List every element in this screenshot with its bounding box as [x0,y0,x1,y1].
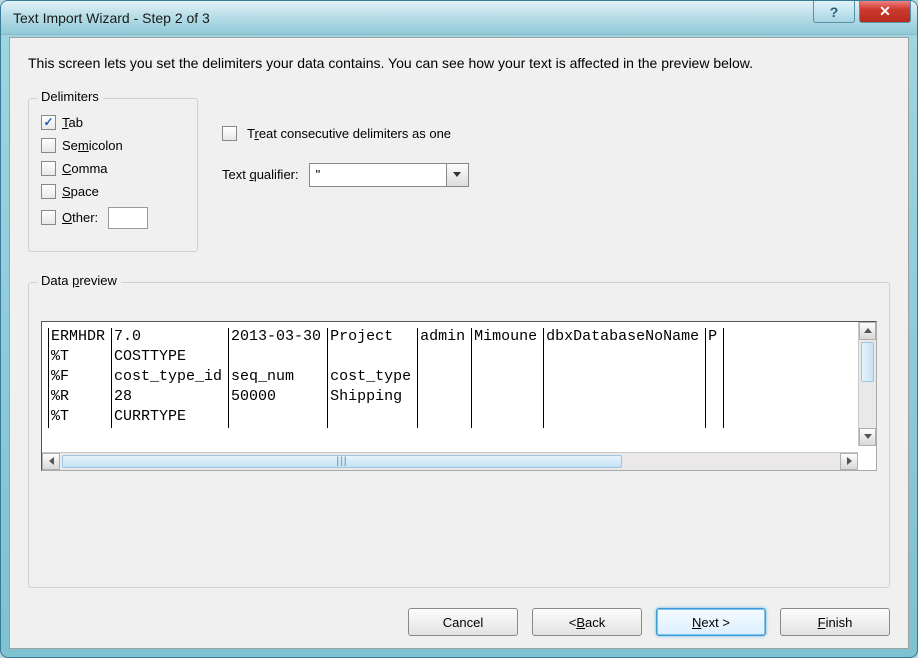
intro-text: This screen lets you set the delimiters … [28,54,890,74]
tab-label: Tab [62,115,83,130]
qualifier-value: " [310,167,321,182]
table-cell [544,348,706,368]
table-cell: 2013-03-30 [229,328,328,348]
table-cell [328,348,418,368]
preview-group: Data preview ERMHDR7.02013-03-30Projecta… [28,282,890,588]
space-checkbox[interactable] [41,184,56,199]
table-cell [544,388,706,408]
table-cell: 7.0 [112,328,229,348]
help-button[interactable]: ? [813,1,855,23]
table-row: %Fcost_type_idseq_numcost_type [49,368,724,388]
horizontal-scrollbar[interactable]: ||| [42,452,858,470]
table-cell [418,408,472,428]
finish-button[interactable]: Finish [780,608,890,636]
comma-label: Comma [62,161,108,176]
table-cell [706,368,724,388]
table-cell: Mimoune [472,328,544,348]
tab-checkbox[interactable] [41,115,56,130]
treat-consecutive-checkbox[interactable] [222,126,237,141]
window-title: Text Import Wizard - Step 2 of 3 [13,10,210,26]
table-cell [472,388,544,408]
table-cell [229,408,328,428]
back-button[interactable]: < Back [532,608,642,636]
table-cell: Shipping [328,388,418,408]
table-cell: ERMHDR [49,328,112,348]
table-cell: seq_num [229,368,328,388]
titlebar: Text Import Wizard - Step 2 of 3 ? ✕ [1,1,917,35]
space-label: Space [62,184,99,199]
horizontal-scroll-thumb[interactable]: ||| [62,455,622,468]
table-cell: admin [418,328,472,348]
table-cell: 28 [112,388,229,408]
vertical-scroll-thumb[interactable] [861,342,874,382]
delimiters-legend: Delimiters [37,89,103,104]
table-cell [706,348,724,368]
close-button[interactable]: ✕ [859,1,911,23]
other-input[interactable] [108,207,148,229]
table-cell: Project [328,328,418,348]
scroll-left-icon[interactable] [42,453,60,470]
table-cell [472,368,544,388]
table-cell [544,368,706,388]
table-cell: %T [49,408,112,428]
table-cell: P [706,328,724,348]
scroll-down-icon[interactable] [859,428,876,446]
qualifier-label: Text qualifier: [222,167,299,182]
table-row: %R2850000Shipping [49,388,724,408]
table-cell: cost_type [328,368,418,388]
scroll-up-icon[interactable] [859,322,876,340]
vertical-scrollbar[interactable] [858,322,876,446]
table-cell [706,408,724,428]
table-cell [544,408,706,428]
other-checkbox[interactable] [41,210,56,225]
comma-checkbox[interactable] [41,161,56,176]
scroll-right-icon[interactable] [840,453,858,470]
table-cell: %T [49,348,112,368]
table-cell: COSTTYPE [112,348,229,368]
table-cell [418,368,472,388]
table-cell: dbxDatabaseNoName [544,328,706,348]
treat-consecutive-label: Treat consecutive delimiters as one [247,126,451,141]
preview-table: ERMHDR7.02013-03-30ProjectadminMimounedb… [48,328,724,428]
table-row: %TCURRTYPE [49,408,724,428]
next-button[interactable]: Next > [656,608,766,636]
table-cell: CURRTYPE [112,408,229,428]
table-cell: %R [49,388,112,408]
table-cell: cost_type_id [112,368,229,388]
chevron-down-icon [446,164,468,186]
table-cell [418,348,472,368]
preview-legend: Data preview [37,273,121,288]
button-row: Cancel < Back Next > Finish [28,608,890,636]
qualifier-select[interactable]: " [309,163,469,187]
table-cell [472,408,544,428]
table-cell [706,388,724,408]
table-row: %TCOSTTYPE [49,348,724,368]
delimiters-group: Delimiters Tab Semicolon Comma Space [28,98,198,252]
dialog-window: Text Import Wizard - Step 2 of 3 ? ✕ Thi… [0,0,918,658]
preview-pane: ERMHDR7.02013-03-30ProjectadminMimounedb… [41,321,877,471]
semicolon-label: Semicolon [62,138,123,153]
cancel-button[interactable]: Cancel [408,608,518,636]
table-row: ERMHDR7.02013-03-30ProjectadminMimounedb… [49,328,724,348]
dialog-body: This screen lets you set the delimiters … [9,37,909,649]
table-cell [472,348,544,368]
other-label: Other: [62,210,98,225]
table-cell [229,348,328,368]
semicolon-checkbox[interactable] [41,138,56,153]
table-cell: %F [49,368,112,388]
table-cell [328,408,418,428]
table-cell [418,388,472,408]
table-cell: 50000 [229,388,328,408]
